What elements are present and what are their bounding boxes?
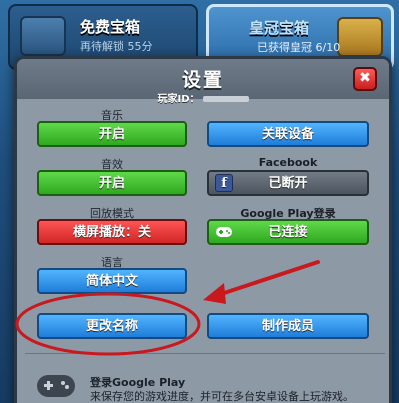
google-play-button[interactable]: 已连接 <box>207 219 369 245</box>
replay-mode-button[interactable]: 横屏播放：关 <box>37 219 187 245</box>
music-toggle-button[interactable]: 开启 <box>37 121 187 147</box>
sfx-toggle-button[interactable]: 开启 <box>37 170 187 196</box>
facebook-icon: f <box>215 174 233 192</box>
free-chest-title: 免费宝箱 <box>80 18 141 36</box>
close-button[interactable]: ✖ <box>353 67 377 91</box>
modal-title: 设置 <box>181 69 224 91</box>
player-id: 玩家ID： <box>17 90 389 105</box>
link-device-button[interactable]: 关联设备 <box>207 121 369 147</box>
gamepad-icon <box>36 372 75 402</box>
modal-header: 设置 ✖ 玩家ID： <box>17 59 389 105</box>
rename-button[interactable]: 更改名称 <box>37 313 187 339</box>
free-chest-subtitle: 再待解锁 55分 <box>80 40 153 53</box>
credits-button[interactable]: 制作成员 <box>207 313 369 339</box>
footer-text: 来保存您的游戏进度，并可在多台安卓设备上玩游戏。 <box>90 390 354 403</box>
google-play-button-label: 已连接 <box>268 225 308 240</box>
crown-chest-subtitle: 已获得皇冠 6/10 <box>257 41 341 54</box>
gamepad-icon <box>215 223 233 241</box>
chest-icon <box>20 16 66 56</box>
crown-chest-icon <box>337 17 383 57</box>
crown-chest-progress: 6/10 <box>315 41 341 54</box>
settings-modal: 设置 ✖ 玩家ID： 音乐 开启 关联设备 音效 开启 Facebook f 已… <box>14 56 392 403</box>
redacted-id <box>202 96 249 102</box>
facebook-button-label: 已断开 <box>268 176 308 191</box>
language-button[interactable]: 简体中文 <box>37 268 187 294</box>
crown-chest-title: 皇冠宝箱 <box>249 19 310 37</box>
facebook-label: Facebook <box>258 156 318 169</box>
divider <box>25 353 385 354</box>
facebook-button[interactable]: f 已断开 <box>207 170 369 196</box>
